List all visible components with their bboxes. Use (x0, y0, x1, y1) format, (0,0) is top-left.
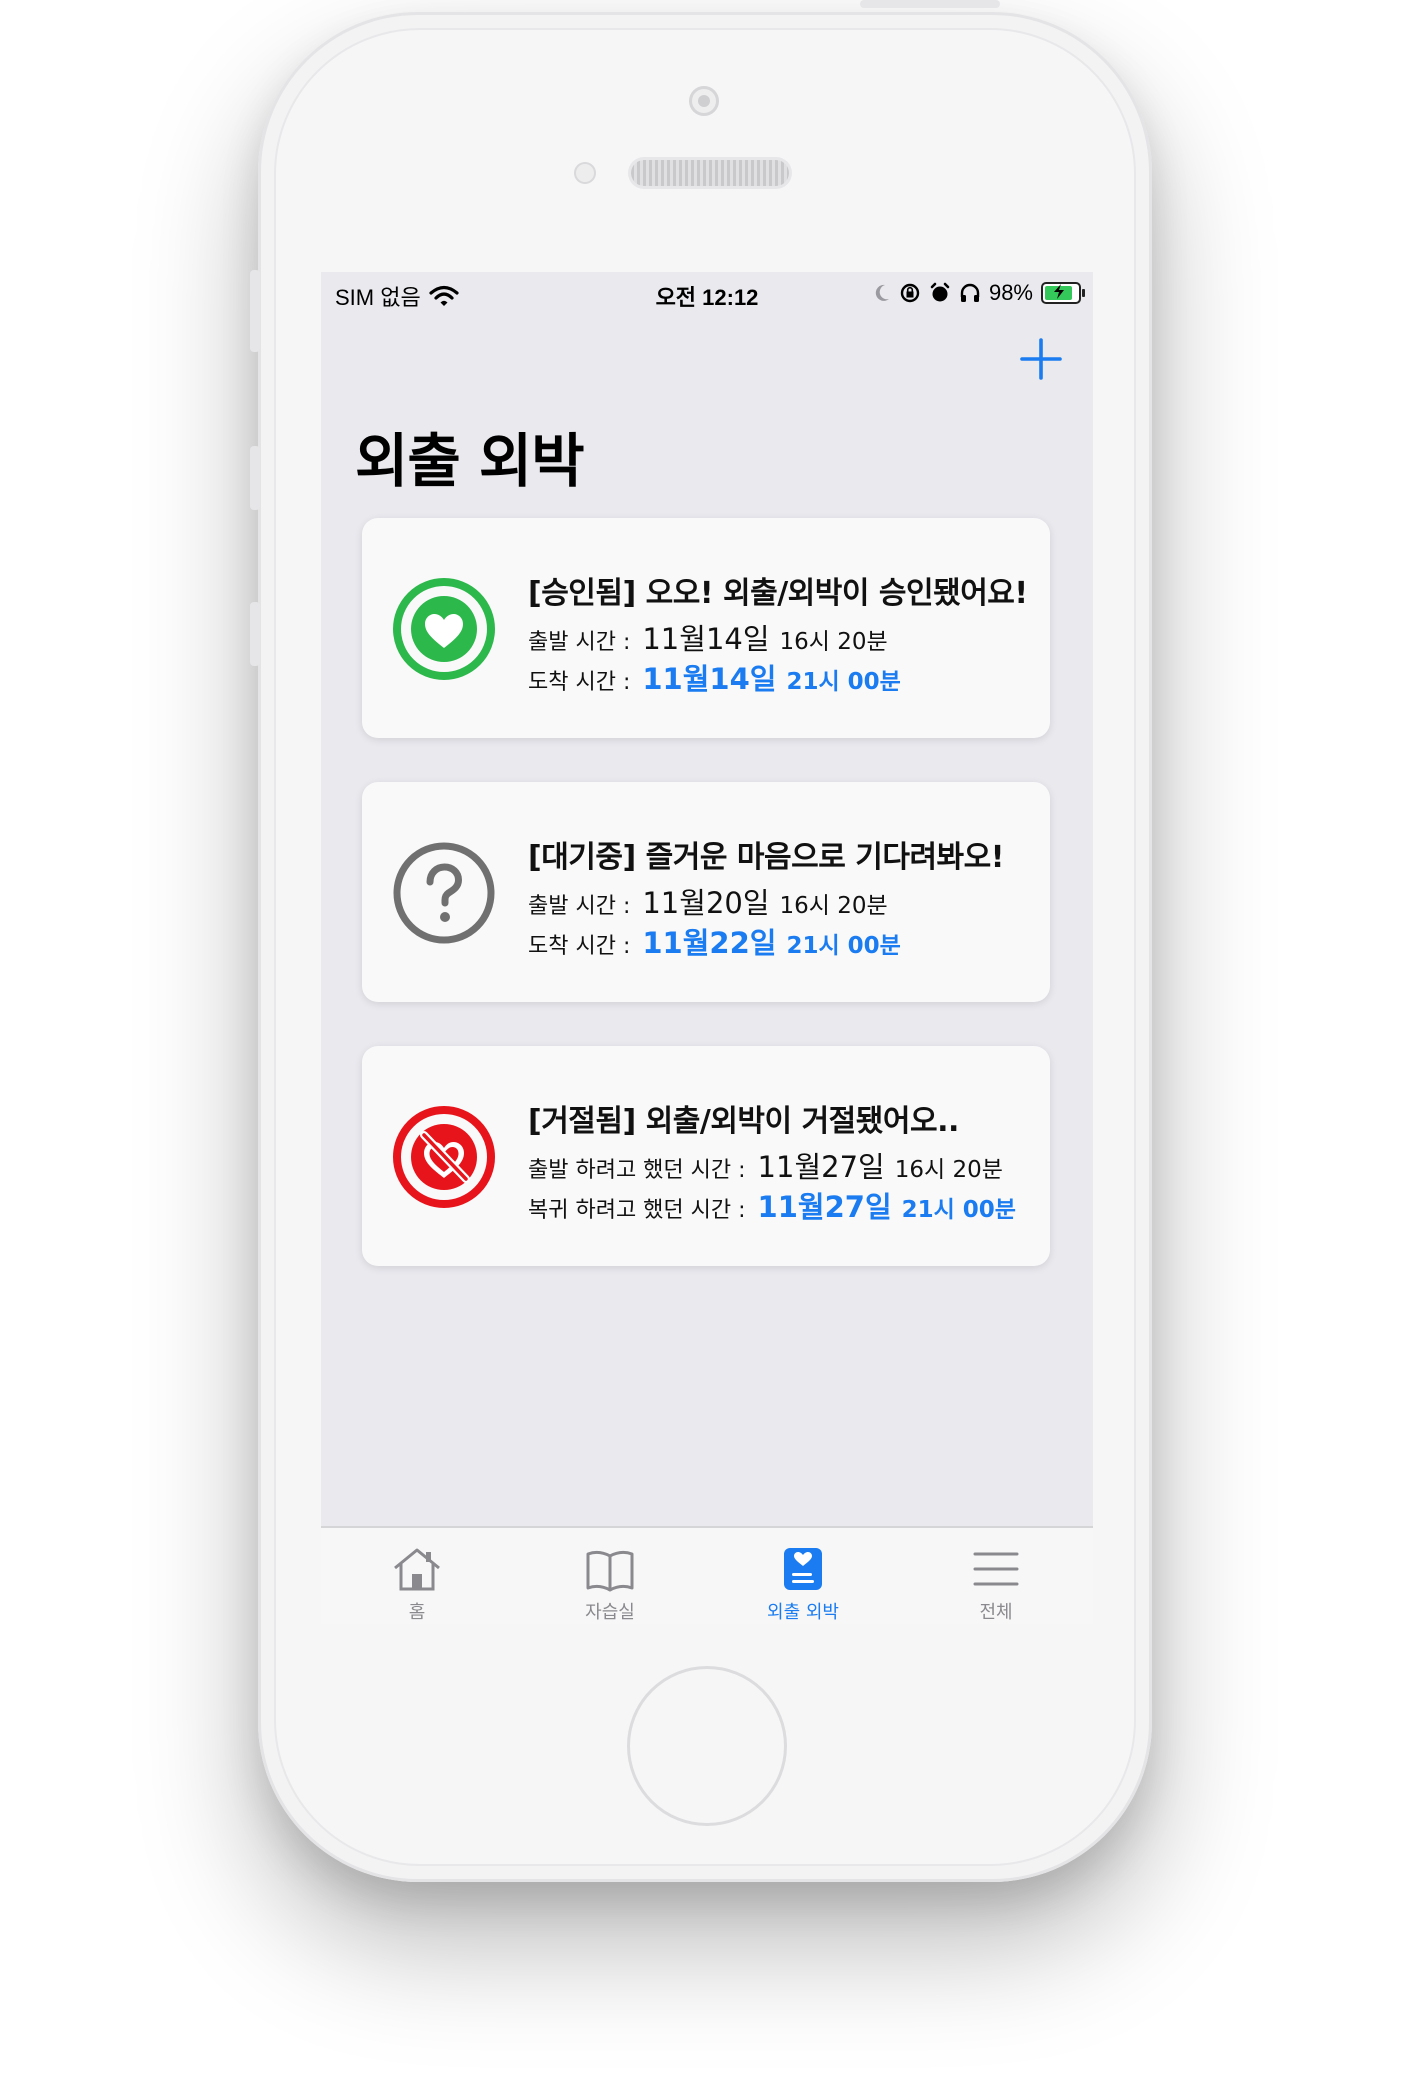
arrive-time: 21시 00분 (786, 933, 901, 959)
volume-up-button (250, 446, 260, 510)
arrive-date: 11월14일 (642, 662, 777, 696)
tab-label: 전체 (979, 1602, 1013, 1623)
arrive-row: 복귀 하려고 했던 시간 : 11월27일 21시 00분 (528, 1184, 1016, 1226)
battery-percent: 98% (988, 280, 1033, 305)
question-pending-icon (393, 842, 495, 944)
home-button[interactable] (627, 1666, 787, 1826)
card-title: [승인됨] 오오! 외출/외박이 승인됐어요! (528, 576, 1028, 611)
tab-label: 자습실 (585, 1602, 635, 1623)
tab-bar: 홈 자습실 외출 외박 전체 (321, 1526, 1093, 1624)
depart-label: 출발 하려고 했던 시간 : (528, 1158, 746, 1183)
depart-time: 16시 20분 (894, 1157, 1003, 1183)
book-icon (586, 1550, 634, 1592)
depart-row: 출발 하려고 했던 시간 : 11월27일 16시 20분 (528, 1144, 1003, 1186)
depart-date: 11월14일 (642, 622, 770, 656)
volume-down-button (250, 602, 260, 666)
depart-date: 11월20일 (642, 886, 770, 920)
earpiece-speaker (631, 160, 789, 186)
heart-rejected-icon (393, 1106, 495, 1208)
arrive-label: 도착 시간 : (528, 934, 631, 959)
depart-time: 16시 20분 (779, 893, 888, 919)
arrive-time: 21시 00분 (901, 1197, 1016, 1223)
tab-home[interactable]: 홈 (342, 1546, 492, 1624)
battery-icon (1041, 282, 1085, 304)
card-title: [거절됨] 외출/외박이 거절됐어오.. (528, 1104, 959, 1139)
page-title: 외출 외박 (355, 427, 585, 495)
depart-date: 11월27일 (757, 1150, 885, 1184)
screen: SIM 없음 오전 12:12 98% 외출 외박 [승인됨] 오오! 외출/외… (321, 272, 1093, 1624)
arrive-label: 복귀 하려고 했던 시간 : (528, 1198, 746, 1223)
tab-all[interactable]: 전체 (921, 1546, 1071, 1624)
arrive-label: 도착 시간 : (528, 670, 631, 695)
headphones-icon (960, 283, 980, 302)
tab-outing[interactable]: 외출 외박 (728, 1546, 878, 1624)
alarm-icon (930, 282, 950, 302)
depart-row: 출발 시간 : 11월14일 16시 20분 (528, 616, 888, 658)
depart-time: 16시 20분 (779, 629, 888, 655)
arrive-row: 도착 시간 : 11월22일 21시 00분 (528, 920, 901, 962)
home-icon (394, 1548, 440, 1591)
request-card-approved[interactable]: [승인됨] 오오! 외출/외박이 승인됐어요! 출발 시간 : 11월14일 1… (362, 518, 1050, 738)
moon-icon (875, 284, 889, 301)
tab-study-room[interactable]: 자습실 (535, 1546, 685, 1624)
tab-label: 홈 (408, 1602, 426, 1623)
heart-approved-icon (393, 578, 495, 680)
tab-label: 외출 외박 (767, 1602, 839, 1623)
request-card-pending[interactable]: [대기중] 즐거운 마음으로 기다려봐오! 출발 시간 : 11월20일 16시… (362, 782, 1050, 1002)
depart-row: 출발 시간 : 11월20일 16시 20분 (528, 880, 888, 922)
outing-icon (784, 1548, 822, 1590)
depart-label: 출발 시간 : (528, 894, 631, 919)
add-button[interactable] (1014, 332, 1068, 386)
status-bar: SIM 없음 오전 12:12 98% (321, 272, 1093, 314)
mute-switch (250, 270, 260, 352)
proximity-sensor (574, 162, 596, 184)
front-camera (689, 86, 719, 116)
request-card-rejected[interactable]: [거절됨] 외출/외박이 거절됐어오.. 출발 하려고 했던 시간 : 11월2… (362, 1046, 1050, 1266)
card-title: [대기중] 즐거운 마음으로 기다려봐오! (528, 840, 1004, 875)
arrive-date: 11월22일 (642, 926, 777, 960)
orientation-lock-icon (900, 283, 920, 303)
arrive-row: 도착 시간 : 11월14일 21시 00분 (528, 656, 901, 698)
menu-icon (973, 1552, 1019, 1586)
depart-label: 출발 시간 : (528, 630, 631, 655)
arrive-date: 11월27일 (757, 1190, 892, 1224)
power-button (860, 0, 1000, 8)
arrive-time: 21시 00분 (786, 669, 901, 695)
